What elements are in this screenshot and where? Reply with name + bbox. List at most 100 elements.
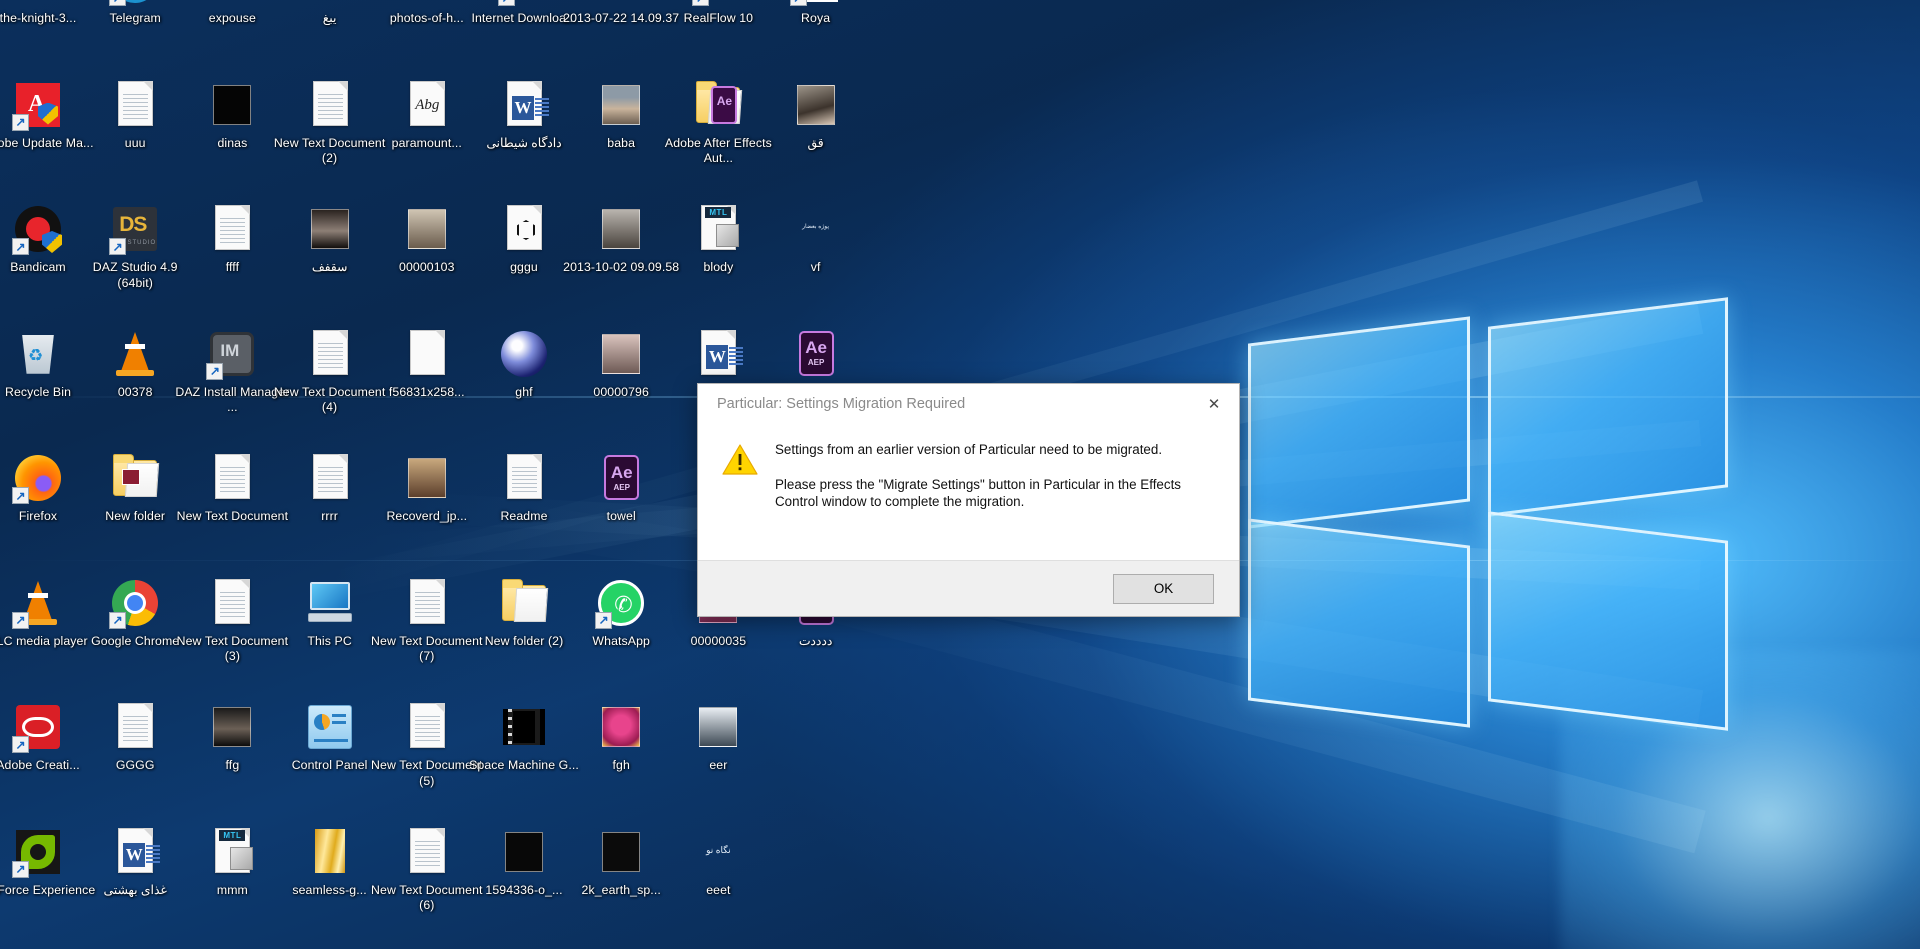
text-thumbnail: پوژه بعضار — [802, 224, 830, 230]
desktop-icon-art — [12, 0, 64, 6]
desktop-icon-art — [498, 452, 550, 504]
text-thumbnail: نگاه نو — [706, 844, 731, 855]
shortcut-arrow-icon — [12, 238, 29, 255]
video-file-icon — [503, 709, 545, 745]
text-document-icon — [215, 578, 251, 624]
dialog-message-line-1: Settings from an earlier version of Part… — [775, 442, 1163, 457]
desktop-icon-art — [304, 328, 356, 380]
desktop-icon-art: A — [12, 79, 64, 131]
desktop-icon-art: Abg — [401, 79, 453, 131]
desktop-icon-art — [498, 826, 550, 878]
shortcut-arrow-icon — [595, 611, 613, 629]
desktop-icon-art — [498, 203, 550, 255]
text-document-icon — [409, 827, 445, 873]
thumbnail-image — [407, 458, 446, 498]
vlc-cone-stripe — [28, 592, 48, 598]
shortcut-arrow-icon — [109, 238, 127, 255]
desktop-icon[interactable]: پوژه بعضار vf — [757, 203, 875, 276]
dialog-title: Particular: Settings Migration Required — [717, 396, 966, 412]
desktop-icon-art — [595, 701, 647, 753]
desktop-icon-art: AeAEP — [790, 328, 842, 380]
desktop-icon-label: eeet — [706, 882, 731, 897]
desktop-icon[interactable]: eer — [659, 701, 777, 774]
desktop-icon-art — [401, 452, 453, 504]
word-document-icon: W — [118, 827, 161, 873]
desktop-icon-art — [109, 577, 161, 629]
gold-texture-thumbnail — [314, 828, 345, 873]
text-document-icon — [312, 329, 348, 375]
desktop-icon[interactable]: Ae AEP — [757, 328, 875, 385]
text-document-icon — [409, 329, 445, 375]
text-document-icon — [215, 205, 251, 250]
ok-button[interactable]: OK — [1113, 573, 1214, 604]
desktop-icon-art — [498, 577, 550, 629]
desktop-icon-art — [12, 452, 64, 504]
desktop-icon-art — [498, 701, 550, 753]
shortcut-arrow-icon — [789, 0, 807, 6]
desktop-icon-art — [595, 203, 647, 255]
desktop-icon-art — [304, 79, 356, 131]
desktop-icon-art — [206, 203, 258, 255]
shortcut-arrow-icon — [109, 0, 127, 6]
control-panel-icon — [307, 705, 352, 749]
thumbnail-image — [213, 84, 252, 125]
text-document-icon — [409, 703, 445, 748]
desktop-icon-art — [304, 203, 356, 255]
desktop-icon-art — [109, 328, 161, 380]
desktop-icon-art — [692, 701, 744, 753]
after-effects-project-icon: AeAEP — [798, 330, 834, 376]
dialog-titlebar[interactable]: Particular: Settings Migration Required … — [698, 384, 1239, 424]
text-document-icon — [215, 454, 251, 499]
thumbnail-image — [602, 831, 641, 872]
thumbnail-image — [602, 209, 641, 249]
text-document-icon — [409, 578, 445, 624]
close-icon[interactable]: ✕ — [1191, 389, 1237, 419]
thumbnail-image — [602, 333, 641, 374]
shortcut-arrow-icon — [12, 611, 29, 629]
desktop-icon-art — [12, 701, 64, 753]
desktop-icon-art — [206, 79, 258, 131]
desktop-icon-art: MTL — [206, 826, 258, 878]
desktop-icon-art: CD — [789, 0, 842, 6]
desktop-icon-art — [206, 0, 258, 6]
desktop-icon-art: W — [109, 826, 161, 878]
desktop-icon-art — [498, 328, 550, 380]
desktop-icon-art — [12, 203, 64, 255]
desktop-icon[interactable]: قق — [757, 79, 875, 152]
desktop-icon-art: نگاه نو — [692, 826, 744, 878]
shortcut-arrow-icon — [12, 113, 29, 131]
after-effects-folder-icon: Ae — [696, 80, 741, 124]
folder-icon — [502, 578, 546, 621]
desktop-icon-art — [401, 701, 453, 753]
desktop-icon-label: Roya — [801, 11, 831, 25]
keyboard-icon — [307, 612, 352, 622]
desktop-icon-art — [304, 826, 356, 878]
desktop-icon[interactable]: CD Roya — [757, 0, 875, 27]
thumbnail-image — [213, 707, 252, 747]
recycle-bin-icon: ♻ — [22, 335, 54, 374]
desktop-icon-art — [206, 577, 258, 629]
thumbnail-image — [699, 707, 738, 747]
text-document-icon — [118, 80, 154, 126]
desktop-icon-art: W — [692, 328, 744, 380]
desktop-icon-art — [401, 0, 453, 6]
desktop-icon-art — [206, 701, 258, 753]
desktop-icon-art — [206, 452, 258, 504]
desktop-icon-art — [304, 701, 356, 753]
folder-icon — [113, 454, 158, 496]
desktop-icon-art — [595, 79, 647, 131]
obj-file-icon — [507, 205, 542, 250]
desktop-icon-art — [109, 452, 161, 504]
desktop-icon-label: vf — [810, 260, 821, 274]
desktop-icon-art — [790, 79, 842, 131]
windows-desktop[interactable]: the-knight-3...➤Telegramexpouseيبغphotos… — [0, 0, 1920, 949]
desktop-icon-label: eer — [709, 758, 728, 772]
shortcut-arrow-icon — [206, 362, 224, 380]
desktop-icon[interactable]: نگاه نو eeet — [659, 826, 777, 899]
text-document-icon — [507, 454, 542, 499]
settings-migration-dialog[interactable]: Particular: Settings Migration Required … — [697, 383, 1240, 617]
shortcut-arrow-icon — [692, 0, 710, 6]
thumbnail-image — [602, 707, 641, 747]
desktop-icon-art: ♻ — [12, 328, 64, 380]
text-document-icon — [312, 80, 348, 126]
